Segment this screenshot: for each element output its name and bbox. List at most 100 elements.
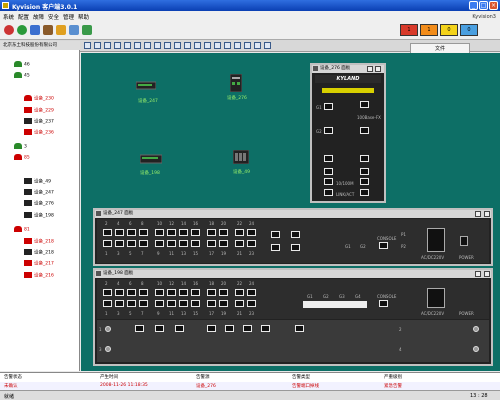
- panel-minimize-button[interactable]: [475, 211, 481, 217]
- ethernet-port[interactable]: [167, 240, 176, 247]
- ethernet-port[interactable]: [155, 240, 164, 247]
- zoom-in-icon[interactable]: [164, 42, 171, 49]
- tree-item[interactable]: 81: [14, 226, 30, 233]
- panel-close-button[interactable]: [484, 211, 490, 217]
- print-icon[interactable]: [234, 42, 241, 49]
- edit-icon[interactable]: [214, 42, 221, 49]
- ethernet-port[interactable]: [191, 289, 200, 296]
- tree-item[interactable]: 设备_276: [24, 200, 54, 207]
- ethernet-port[interactable]: [291, 244, 300, 251]
- select-tool-icon[interactable]: [84, 42, 91, 49]
- panel-close-button[interactable]: [375, 66, 381, 72]
- menu-fault[interactable]: 故障: [33, 13, 44, 21]
- fiber-port-g1[interactable]: [324, 103, 333, 110]
- topology-node[interactable]: [135, 80, 157, 92]
- ethernet-port[interactable]: [115, 229, 124, 236]
- export-icon[interactable]: [244, 42, 251, 49]
- ethernet-port[interactable]: [191, 300, 200, 307]
- ethernet-port-1[interactable]: [324, 155, 333, 162]
- ethernet-port[interactable]: [247, 240, 256, 247]
- tree-item[interactable]: 设备_218: [24, 249, 54, 256]
- tree-item[interactable]: 设备_229: [24, 107, 54, 114]
- close-button[interactable]: ×: [489, 1, 498, 10]
- tree-item[interactable]: 46: [14, 61, 30, 68]
- console-port[interactable]: [379, 242, 388, 249]
- ethernet-port[interactable]: [207, 229, 216, 236]
- slot-port[interactable]: [207, 325, 216, 332]
- ethernet-port[interactable]: [271, 231, 280, 238]
- zoom-reset-icon[interactable]: [194, 42, 201, 49]
- device-276-panel-window[interactable]: 设备_276 面板 KYLAND G1 100Base-FX G2 10/100…: [310, 63, 386, 203]
- ethernet-port[interactable]: [191, 229, 200, 236]
- tree-item[interactable]: 设备_198: [24, 212, 54, 219]
- table-row[interactable]: 未确认 2008-11-26 11:18:35 设备_276 告警端口掉线 紧急…: [0, 382, 500, 390]
- ethernet-port[interactable]: [155, 300, 164, 307]
- tree-root-label[interactable]: 北京东土科技股份有限公司: [0, 41, 80, 50]
- panel-close-button[interactable]: [484, 271, 490, 277]
- ethernet-port[interactable]: [139, 300, 148, 307]
- device-icon[interactable]: [30, 25, 40, 35]
- ethernet-port[interactable]: [271, 244, 280, 251]
- ethernet-port[interactable]: [139, 240, 148, 247]
- zoom-out-icon[interactable]: [174, 42, 181, 49]
- ethernet-port[interactable]: [139, 229, 148, 236]
- alarm-warning-badge[interactable]: 0: [460, 24, 478, 36]
- ethernet-port[interactable]: [115, 289, 124, 296]
- device-198-panel-window[interactable]: 设备_198 面板 2 4 6 8 10 12 14 16 18 20 22 2…: [93, 268, 493, 366]
- slot-port[interactable]: [175, 325, 184, 332]
- align-icon[interactable]: [154, 42, 161, 49]
- stop-icon[interactable]: [4, 25, 14, 35]
- slot-port[interactable]: [225, 325, 234, 332]
- menu-manage[interactable]: 管理: [63, 13, 74, 21]
- col-header-severity[interactable]: 严重级别: [384, 374, 402, 380]
- ethernet-port[interactable]: [103, 289, 112, 296]
- slot-port[interactable]: [295, 325, 304, 332]
- ethernet-port[interactable]: [155, 289, 164, 296]
- slot-port[interactable]: [135, 325, 144, 332]
- fiber-port-g2[interactable]: [324, 127, 333, 134]
- ethernet-port[interactable]: [127, 289, 136, 296]
- ethernet-port[interactable]: [219, 289, 228, 296]
- fiber-port-upper-b[interactable]: [360, 127, 369, 134]
- zoom-fit-icon[interactable]: [184, 42, 191, 49]
- menu-security[interactable]: 安全: [48, 13, 59, 21]
- alarm-major-badge[interactable]: 1: [420, 24, 438, 36]
- ethernet-port[interactable]: [115, 240, 124, 247]
- tree-item[interactable]: 设备_217: [24, 260, 54, 267]
- slot-port[interactable]: [261, 325, 270, 332]
- ethernet-port[interactable]: [179, 240, 188, 247]
- search-icon[interactable]: [264, 42, 271, 49]
- ethernet-port[interactable]: [115, 300, 124, 307]
- ethernet-port[interactable]: [127, 240, 136, 247]
- refresh-icon[interactable]: [17, 25, 27, 35]
- ethernet-port[interactable]: [219, 300, 228, 307]
- tree-item[interactable]: 设备_247: [24, 189, 54, 196]
- tree-item[interactable]: 设备_218: [24, 238, 54, 245]
- menu-system[interactable]: 系统: [3, 13, 14, 21]
- ethernet-port[interactable]: [127, 300, 136, 307]
- fiber-port-upper-a[interactable]: [360, 101, 369, 108]
- ethernet-port[interactable]: [167, 229, 176, 236]
- alarm-minor-badge[interactable]: 0: [440, 24, 458, 36]
- tree-item[interactable]: 设备_237: [24, 118, 54, 125]
- pan-tool-icon[interactable]: [94, 42, 101, 49]
- slot-port[interactable]: [155, 325, 164, 332]
- ethernet-port[interactable]: [191, 240, 200, 247]
- tree-item[interactable]: 85: [14, 154, 30, 161]
- panel-minimize-button[interactable]: [475, 271, 481, 277]
- col-header-time[interactable]: 产生时间: [100, 374, 118, 380]
- ethernet-port[interactable]: [219, 240, 228, 247]
- console-port[interactable]: [379, 300, 388, 307]
- power-switch[interactable]: [460, 236, 468, 246]
- ethernet-port[interactable]: [235, 240, 244, 247]
- slot-port[interactable]: [243, 325, 252, 332]
- overview-icon[interactable]: [204, 42, 211, 49]
- properties-icon[interactable]: [254, 42, 261, 49]
- ethernet-port-2[interactable]: [360, 155, 369, 162]
- ethernet-port-8[interactable]: [360, 189, 369, 196]
- tree-item[interactable]: 3: [14, 143, 27, 150]
- ethernet-port-6[interactable]: [360, 178, 369, 185]
- ethernet-port[interactable]: [291, 231, 300, 238]
- ethernet-port-5[interactable]: [324, 178, 333, 185]
- user-icon[interactable]: [69, 25, 79, 35]
